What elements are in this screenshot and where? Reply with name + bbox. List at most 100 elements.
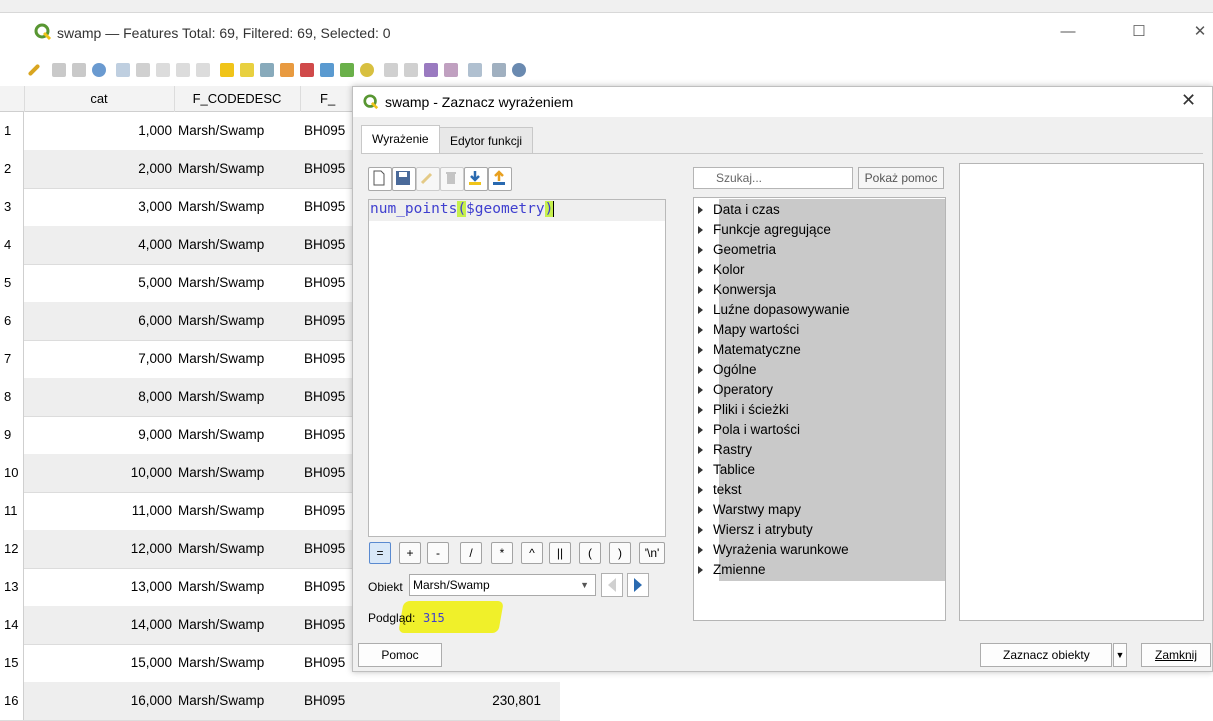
zoom-to-selection-icon[interactable] <box>360 63 374 77</box>
cell-extra-value[interactable]: 230,801 <box>427 682 541 720</box>
function-group-item[interactable]: Konwersja <box>698 280 776 299</box>
new-field-icon[interactable] <box>384 63 398 77</box>
cell-cat[interactable]: 1,000 <box>24 112 174 150</box>
cell-f-codedesc[interactable]: Marsh/Swamp <box>178 530 300 568</box>
select-all-icon[interactable] <box>240 63 254 77</box>
edit-expression-button[interactable] <box>416 167 440 191</box>
move-selection-top-icon[interactable] <box>320 63 334 77</box>
close-button[interactable]: Zamknij <box>1141 643 1211 667</box>
cell-f-codedesc[interactable]: Marsh/Swamp <box>178 682 300 720</box>
expand-arrow-icon[interactable] <box>698 226 703 235</box>
next-feature-button[interactable] <box>627 573 649 597</box>
row-number[interactable]: 16 <box>0 682 24 720</box>
column-header-cat[interactable]: cat <box>24 86 175 112</box>
function-group-item[interactable]: Wyrażenia warunkowe <box>698 540 849 559</box>
help-button[interactable]: Pomoc <box>358 643 442 667</box>
operator-concat-button[interactable]: || <box>549 542 571 564</box>
operator-close-paren-button[interactable]: ) <box>609 542 631 564</box>
expression-editor[interactable]: num_points($geometry) <box>368 199 666 537</box>
row-number[interactable]: 7 <box>0 340 24 378</box>
select-mode-dropdown[interactable]: ▼ <box>1113 643 1127 667</box>
row-number[interactable]: 5 <box>0 264 24 302</box>
actions-icon[interactable] <box>492 63 506 77</box>
function-group-item[interactable]: Mapy wartości <box>698 320 799 339</box>
cell-cat[interactable]: 9,000 <box>24 416 174 454</box>
expand-arrow-icon[interactable] <box>698 286 703 295</box>
pan-to-selection-icon[interactable] <box>340 63 354 77</box>
row-number[interactable]: 14 <box>0 606 24 644</box>
cell-cat[interactable]: 12,000 <box>24 530 174 568</box>
row-number[interactable]: 2 <box>0 150 24 188</box>
tab-function-editor[interactable]: Edytor funkcji <box>439 127 534 154</box>
expand-arrow-icon[interactable] <box>698 466 703 475</box>
expand-arrow-icon[interactable] <box>698 246 703 255</box>
function-group-item[interactable]: Kolor <box>698 260 745 279</box>
operator-divide-button[interactable]: / <box>460 542 482 564</box>
add-feature-icon[interactable] <box>116 63 130 77</box>
row-number[interactable]: 4 <box>0 226 24 264</box>
filter-icon[interactable] <box>300 63 314 77</box>
expand-arrow-icon[interactable] <box>698 266 703 275</box>
delete-field-icon[interactable] <box>404 63 418 77</box>
invert-selection-icon[interactable] <box>260 63 274 77</box>
cut-icon[interactable] <box>156 63 170 77</box>
cell-f-codedesc[interactable]: Marsh/Swamp <box>178 416 300 454</box>
cell-f-codedesc[interactable]: Marsh/Swamp <box>178 606 300 644</box>
cell-cat[interactable]: 15,000 <box>24 644 174 682</box>
expand-arrow-icon[interactable] <box>698 486 703 495</box>
expand-arrow-icon[interactable] <box>698 566 703 575</box>
export-expression-button[interactable] <box>488 167 512 191</box>
function-group-item[interactable]: Matematyczne <box>698 340 801 359</box>
expand-arrow-icon[interactable] <box>698 306 703 315</box>
function-group-item[interactable]: Operatory <box>698 380 773 399</box>
cell-f-codedesc[interactable]: Marsh/Swamp <box>178 264 300 302</box>
function-group-item[interactable]: Warstwy mapy <box>698 500 801 519</box>
cell-cat[interactable]: 8,000 <box>24 378 174 416</box>
expand-arrow-icon[interactable] <box>698 366 703 375</box>
cell-cat[interactable]: 3,000 <box>24 188 174 226</box>
zoom-map-icon[interactable] <box>512 63 526 77</box>
function-group-item[interactable]: Zmienne <box>698 560 766 579</box>
operator-newline-button[interactable]: '\n' <box>639 542 665 564</box>
row-number[interactable]: 1 <box>0 112 24 150</box>
column-header-f-codedesc[interactable]: F_CODEDESC <box>174 86 301 112</box>
edit-pencil-icon[interactable] <box>27 63 41 77</box>
cell-cat[interactable]: 11,000 <box>24 492 174 530</box>
cell-f-codedesc[interactable]: Marsh/Swamp <box>178 188 300 226</box>
expand-arrow-icon[interactable] <box>698 386 703 395</box>
cell-f-codedesc[interactable]: Marsh/Swamp <box>178 112 300 150</box>
function-group-item[interactable]: Geometria <box>698 240 776 259</box>
operator-minus-button[interactable]: - <box>427 542 449 564</box>
row-number[interactable]: 3 <box>0 188 24 226</box>
import-expression-button[interactable] <box>464 167 488 191</box>
tab-expression[interactable]: Wyrażenie <box>361 125 440 154</box>
expand-arrow-icon[interactable] <box>698 446 703 455</box>
select-by-expression-icon[interactable] <box>220 63 234 77</box>
row-number[interactable]: 9 <box>0 416 24 454</box>
function-group-item[interactable]: Wiersz i atrybuty <box>698 520 813 539</box>
expand-arrow-icon[interactable] <box>698 206 703 215</box>
field-calculator-icon[interactable] <box>424 63 438 77</box>
cell-f-codedesc[interactable]: Marsh/Swamp <box>178 568 300 606</box>
expand-arrow-icon[interactable] <box>698 326 703 335</box>
cell-f-codedesc[interactable]: Marsh/Swamp <box>178 644 300 682</box>
function-group-item[interactable]: Tablice <box>698 460 755 479</box>
expression-text[interactable]: num_points($geometry) <box>370 201 555 217</box>
function-search-input[interactable]: Szukaj... <box>693 167 853 189</box>
column-header-f-code[interactable]: F_ <box>300 86 360 112</box>
cell-f-codedesc[interactable]: Marsh/Swamp <box>178 340 300 378</box>
reload-icon[interactable] <box>92 63 106 77</box>
object-select[interactable]: Marsh/Swamp ▼ <box>409 574 596 596</box>
previous-feature-button[interactable] <box>601 573 623 597</box>
row-number[interactable]: 12 <box>0 530 24 568</box>
cell-f-codedesc[interactable]: Marsh/Swamp <box>178 454 300 492</box>
close-dialog-icon[interactable]: ✕ <box>1181 90 1196 111</box>
select-features-button[interactable]: Zaznacz obiekty <box>980 643 1112 667</box>
cell-f-codedesc[interactable]: Marsh/Swamp <box>178 302 300 340</box>
cell-f-codedesc[interactable]: Marsh/Swamp <box>178 378 300 416</box>
expand-arrow-icon[interactable] <box>698 426 703 435</box>
copy-icon[interactable] <box>176 63 190 77</box>
operator-equals-button[interactable]: = <box>369 542 391 564</box>
cell-f-codedesc[interactable]: Marsh/Swamp <box>178 226 300 264</box>
save-edits-icon[interactable] <box>72 63 86 77</box>
